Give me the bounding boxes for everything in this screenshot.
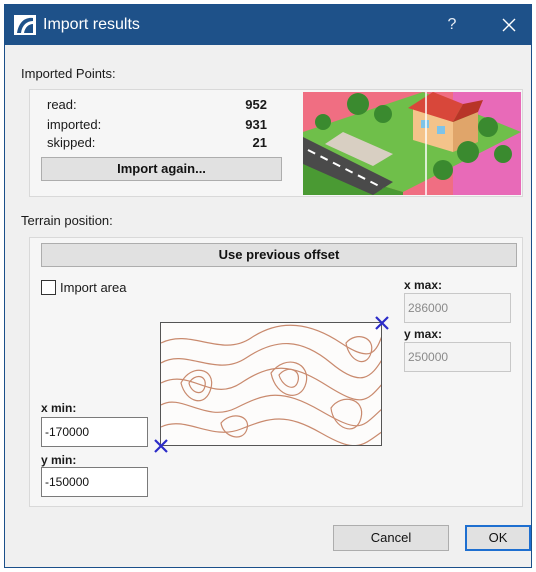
title-bar: Import results ? [5, 5, 531, 45]
terrain-position-label: Terrain position: [21, 213, 113, 228]
help-button[interactable]: ? [429, 5, 475, 45]
close-button[interactable] [486, 5, 532, 45]
terrain-preview-image [303, 92, 521, 195]
y-max-label: y max: [404, 327, 443, 341]
x-max-label: x max: [404, 278, 443, 292]
read-label: read: [47, 97, 77, 112]
use-previous-offset-button[interactable]: Use previous offset [41, 243, 517, 267]
import-area-checkbox[interactable] [41, 280, 56, 295]
y-min-field[interactable] [41, 467, 148, 497]
x-max-field[interactable] [404, 293, 511, 323]
read-value: 952 [245, 97, 267, 112]
cancel-button[interactable]: Cancel [333, 525, 449, 551]
close-icon [502, 18, 516, 32]
x-min-field[interactable] [41, 417, 148, 447]
import-results-dialog: Import results ? Imported Points: read: … [4, 4, 532, 568]
imported-value: 931 [245, 117, 267, 132]
imported-points-label: Imported Points: [21, 66, 116, 81]
terrain-area-map [160, 322, 382, 446]
skipped-label: skipped: [47, 135, 96, 150]
y-max-field[interactable] [404, 342, 511, 372]
import-area-label: Import area [60, 280, 127, 295]
app-logo-icon [14, 15, 36, 35]
top-right-marker-icon[interactable] [374, 315, 390, 331]
bottom-left-marker-icon[interactable] [153, 438, 169, 454]
y-min-label: y min: [41, 453, 77, 467]
x-min-label: x min: [41, 401, 77, 415]
dialog-title: Import results [43, 16, 140, 33]
ok-button[interactable]: OK [465, 525, 531, 551]
skipped-value: 21 [252, 135, 267, 150]
import-again-button[interactable]: Import again... [41, 157, 282, 181]
imported-label: imported: [47, 117, 102, 132]
contour-lines-image [161, 324, 381, 445]
